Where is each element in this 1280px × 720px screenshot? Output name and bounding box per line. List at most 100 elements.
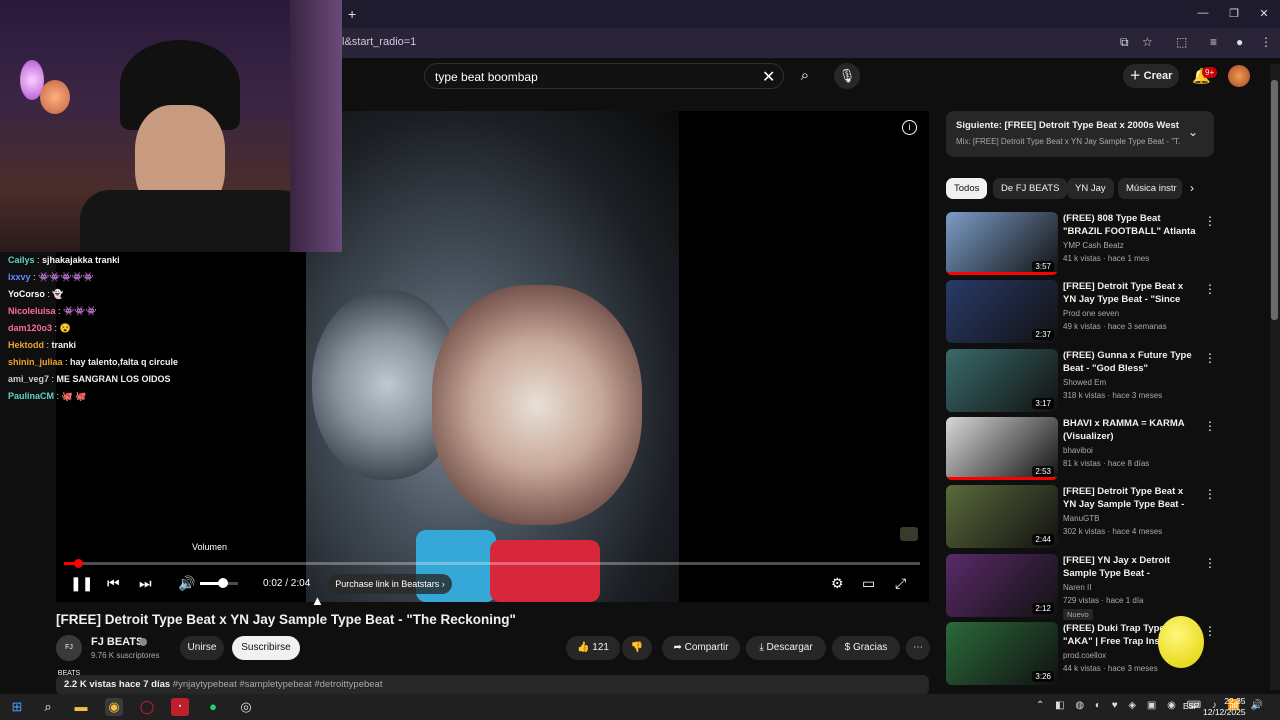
video-thumbnail[interactable]: 3:26: [946, 621, 1058, 685]
recommendation-title[interactable]: (FREE) 808 Type Beat "BRAZIL FOOTBALL" A…: [1063, 212, 1198, 239]
recommendation-title[interactable]: [FREE] Detroit Type Beat x YN Jay Sample…: [1063, 485, 1198, 512]
fullscreen-icon[interactable]: ⤢: [895, 575, 906, 592]
recommendation-title[interactable]: [FREE] Detroit Type Beat x YN Jay Type B…: [1063, 280, 1198, 307]
recommendation-channel[interactable]: bhaviboi: [1063, 446, 1093, 455]
more-options-icon[interactable]: ⋮: [1204, 351, 1216, 365]
more-actions-button[interactable]: ⋯: [906, 636, 930, 660]
chat-username[interactable]: ami_veg7: [8, 374, 49, 384]
chip-all[interactable]: Todos: [946, 178, 988, 199]
profile-icon[interactable]: ●: [1236, 35, 1243, 49]
avatar[interactable]: [1228, 65, 1250, 87]
video-thumbnail[interactable]: 3:57: [946, 212, 1058, 275]
join-button[interactable]: Unirse: [180, 636, 224, 660]
video-thumbnail[interactable]: 2:37: [946, 280, 1058, 344]
theater-mode-icon[interactable]: ▭: [862, 575, 875, 592]
bookmark-star-icon[interactable]: ☆: [1142, 35, 1153, 49]
search-taskbar-icon[interactable]: ⌕: [39, 698, 57, 716]
description-box[interactable]: 2.2 K vistas hace 7 días #ynjaytypebeat …: [56, 675, 929, 695]
recommendation-title[interactable]: [FREE] YN Jay x Detroit Sample Type Beat…: [1063, 554, 1198, 581]
file-explorer-icon[interactable]: ▬: [72, 698, 90, 716]
recommendation-item[interactable]: 2:12 [FREE] YN Jay x Detroit Sample Type …: [946, 553, 1216, 620]
more-options-icon[interactable]: ⋮: [1204, 556, 1216, 570]
recommendation-item[interactable]: 2:44 [FREE] Detroit Type Beat x YN Jay Sa…: [946, 485, 1216, 549]
volume-icon[interactable]: 🔊: [178, 575, 195, 592]
create-button[interactable]: ＋ Crear: [1123, 64, 1179, 88]
chat-username[interactable]: YoCorso: [8, 289, 45, 299]
recommendation-channel[interactable]: ManuGTB: [1063, 514, 1099, 523]
extensions-icon[interactable]: ⬚: [1176, 35, 1187, 49]
recommendation-item[interactable]: 3:17 (FREE) Gunna x Future Type Beat - "G…: [946, 348, 1216, 413]
recommendation-channel[interactable]: Prod one seven: [1063, 309, 1119, 318]
like-button[interactable]: 👍 121: [566, 636, 620, 660]
app-icon[interactable]: ▪: [171, 698, 189, 716]
search-icon[interactable]: ⌕: [786, 63, 824, 89]
chat-username[interactable]: shinin_juliaa: [8, 357, 63, 367]
more-options-icon[interactable]: ⋮: [1204, 282, 1216, 296]
download-button[interactable]: ⤓ Descargar: [746, 636, 826, 660]
recommendation-channel[interactable]: Showed Em: [1063, 378, 1106, 387]
recommendation-channel[interactable]: YMP Cash Beatz: [1063, 241, 1124, 250]
chat-username[interactable]: Hektodd: [8, 340, 44, 350]
more-options-icon[interactable]: ⋮: [1204, 624, 1216, 638]
settings-gear-icon[interactable]: ⚙: [831, 575, 844, 592]
subscribe-button[interactable]: Suscribirse: [232, 636, 300, 660]
video-thumbnail[interactable]: 2:53: [946, 416, 1058, 480]
channel-avatar[interactable]: FJ BEATS: [56, 635, 82, 677]
channel-watermark[interactable]: [900, 527, 918, 541]
progress-bar[interactable]: [64, 562, 920, 565]
more-options-icon[interactable]: ⋮: [1204, 419, 1216, 433]
language-indicator[interactable]: ESP: [1183, 702, 1199, 711]
chat-username[interactable]: Nicoleluisa: [8, 306, 56, 316]
purchase-link-button[interactable]: Purchase link in Beatstars ›: [328, 574, 452, 594]
media-controls-icon[interactable]: ≡: [1210, 35, 1217, 49]
info-icon[interactable]: i: [902, 120, 917, 135]
chat-username[interactable]: PaulinaCM: [8, 391, 54, 401]
url-field[interactable]: l&start_radio=1: [342, 36, 416, 48]
chip-instrumental[interactable]: Música instr: [1118, 178, 1182, 199]
minimize-button[interactable]: —: [1196, 7, 1210, 19]
spotify-icon[interactable]: ●: [204, 698, 222, 716]
restore-button[interactable]: ❐: [1227, 7, 1241, 20]
cast-icon[interactable]: ⧉: [1120, 35, 1129, 50]
recommendation-item[interactable]: 2:53 BHAVI x RAMMA = KARMA (Visualizer) bh…: [946, 416, 1216, 481]
chat-username[interactable]: lxxvy: [8, 272, 31, 282]
previous-icon[interactable]: ⏮: [107, 575, 120, 592]
browser-menu-icon[interactable]: ⋮: [1260, 35, 1272, 49]
dislike-button[interactable]: 👎: [622, 636, 652, 660]
next-icon[interactable]: ⏭: [139, 575, 152, 592]
recommendation-channel[interactable]: prod.coellox: [1063, 651, 1106, 660]
start-icon[interactable]: ⊞: [8, 698, 26, 716]
chat-username[interactable]: dam120o3: [8, 323, 52, 333]
more-options-icon[interactable]: ⋮: [1204, 214, 1216, 228]
recommendation-title[interactable]: (FREE) Gunna x Future Type Beat - "God B…: [1063, 349, 1198, 375]
search-input[interactable]: type beat boombap: [424, 63, 784, 89]
scrollbar-thumb[interactable]: [1271, 80, 1278, 320]
description-tags[interactable]: #ynjaytypebeat #sampletypebeat #detroitt…: [173, 679, 383, 690]
channel-name[interactable]: FJ BEATS: [91, 636, 143, 648]
microphone-icon[interactable]: 🎙: [834, 63, 860, 89]
opera-icon[interactable]: ◯: [138, 698, 156, 716]
recommendation-title[interactable]: BHAVI x RAMMA = KARMA (Visualizer): [1063, 417, 1198, 443]
close-window-button[interactable]: ✕: [1257, 7, 1271, 20]
chip-ynjay[interactable]: YN Jay: [1067, 178, 1114, 199]
recommendation-item[interactable]: 3:57 (FREE) 808 Type Beat "BRAZIL FOOTBAL…: [946, 212, 1216, 276]
progress-scrubber[interactable]: [73, 559, 83, 568]
more-options-icon[interactable]: ⋮: [1204, 487, 1216, 501]
chip-channel[interactable]: De FJ BEATS: [993, 178, 1068, 199]
chevron-down-icon[interactable]: ⌄: [1188, 125, 1198, 139]
video-thumbnail[interactable]: 2:12: [946, 553, 1058, 617]
video-thumbnail[interactable]: 2:44: [946, 485, 1058, 549]
recommendation-channel[interactable]: Naren II: [1063, 583, 1091, 592]
volume-knob[interactable]: [217, 578, 228, 588]
chrome-icon[interactable]: ◉: [105, 698, 123, 716]
thanks-button[interactable]: $ Gracias: [832, 636, 900, 660]
clear-search-icon[interactable]: ✕: [762, 67, 775, 87]
chat-username[interactable]: Cailys: [8, 255, 35, 265]
pause-icon[interactable]: ❚❚: [70, 575, 93, 592]
share-button[interactable]: ➦ Compartir: [662, 636, 740, 660]
chevron-right-icon[interactable]: ›: [1190, 181, 1194, 195]
obs-icon[interactable]: ◎: [237, 698, 255, 716]
clock[interactable]: 22:35 12/12/2025: [1203, 696, 1246, 718]
up-next-panel[interactable]: [946, 111, 1214, 157]
new-tab-button[interactable]: +: [348, 6, 356, 22]
